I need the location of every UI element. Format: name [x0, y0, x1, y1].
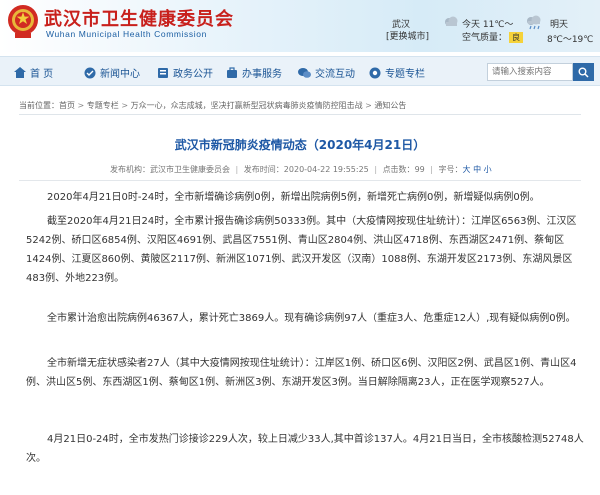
- nav-item-label: 首 页: [30, 69, 54, 80]
- views-label: 点击数：: [382, 165, 415, 174]
- font-size-medium-link[interactable]: 中: [473, 165, 481, 174]
- source-label: 发布机构：: [110, 165, 150, 174]
- article-paragraph: 4月21日0-24时，全市发热门诊接诊229人次，较上日减少33人,其中首诊13…: [26, 434, 584, 464]
- site-header: 武汉市卫生健康委员会 Wuhan Municipal Health Commis…: [0, 0, 600, 52]
- air-quality-label: 空气质量：: [462, 33, 508, 43]
- service-icon: [227, 66, 237, 78]
- article-paragraph: 全市累计治愈出院病例46367人，累计死亡3869人。现有确诊病例97人（重症3…: [47, 313, 576, 324]
- source-value: 武汉市卫生健康委员会: [150, 165, 230, 174]
- main-nav: 首 页 新闻中心 政务公开 办事服务 交流互动 专题专栏: [0, 56, 600, 86]
- topic-icon: [369, 67, 381, 78]
- divider: [19, 180, 581, 181]
- search-button[interactable]: [573, 63, 594, 81]
- font-size-large-link[interactable]: 大: [463, 165, 471, 174]
- publish-label: 发布时间：: [243, 165, 284, 174]
- breadcrumb-item[interactable]: 通知公告: [374, 101, 406, 110]
- air-quality-badge: 良: [509, 32, 524, 43]
- nav-item-label: 新闻中心: [100, 69, 140, 80]
- today-weather: 今天 11℃～: [462, 20, 514, 30]
- nav-item-home[interactable]: 首 页: [14, 65, 53, 80]
- nav-item-label: 办事服务: [242, 69, 282, 80]
- article-title: 武汉市新冠肺炎疫情动态（2020年4月21日）: [174, 138, 426, 152]
- site-subtitle: Wuhan Municipal Health Commission: [46, 29, 207, 39]
- interaction-icon: [298, 67, 311, 78]
- cloudy-weather-icon: [445, 16, 458, 26]
- views-count: 99: [414, 165, 425, 174]
- article-paragraph: 2020年4月21日0时-24时，全市新增确诊病例0例，新增出院病例5例，新增死…: [47, 192, 540, 203]
- article-paragraph: 截至2020年4月21日24时，全市累计报告确诊病例50333例。其中（大疫情网…: [26, 216, 577, 284]
- article-paragraph: 全市新增无症状感染者27人（其中大疫情网按现住址统计）：江岸区1例、硚口区6例、…: [26, 358, 577, 388]
- news-icon: [84, 67, 96, 78]
- breadcrumb-item[interactable]: 当前位置：首页: [19, 101, 75, 110]
- nav-item-label: 专题专栏: [385, 69, 425, 80]
- tomorrow-temperature: 8℃～19℃: [547, 35, 594, 45]
- nav-item-label: 政务公开: [173, 69, 213, 80]
- breadcrumb-item[interactable]: 万众一心，众志成城，坚决打赢新型冠状病毒肺炎疫情防控阻击战: [131, 101, 363, 110]
- breadcrumb-separator: >: [365, 101, 372, 110]
- home-icon: [14, 67, 26, 78]
- nav-item-government[interactable]: 政务公开: [157, 65, 213, 80]
- article-meta: 发布机构：武汉市卫生健康委员会 | 发布时间：2020-04-22 19:55:…: [110, 165, 492, 174]
- national-emblem-icon: [8, 5, 38, 38]
- font-size-small-link[interactable]: 小: [484, 165, 492, 174]
- nav-item-service[interactable]: 办事服务: [226, 65, 282, 80]
- breadcrumb-item[interactable]: 专题专栏: [87, 101, 119, 110]
- font-size-label: 字号：: [438, 165, 463, 174]
- nav-item-interaction[interactable]: 交流互动: [298, 65, 355, 80]
- breadcrumb-separator: >: [121, 101, 129, 110]
- publish-time: 2020-04-22 19:55:25: [283, 165, 369, 174]
- breadcrumb-separator: >: [77, 101, 85, 110]
- nav-item-label: 交流互动: [315, 69, 355, 80]
- change-city-link[interactable]: [更换城市]: [386, 29, 429, 42]
- divider: [19, 114, 581, 115]
- search-icon: [578, 67, 589, 78]
- site-title: 武汉市卫生健康委员会: [44, 9, 234, 30]
- nav-item-news[interactable]: 新闻中心: [84, 65, 140, 80]
- rain-weather-icon: [527, 15, 541, 30]
- breadcrumb: 当前位置：首页 > 专题专栏 > 万众一心，众志成城，坚决打赢新型冠状病毒肺炎疫…: [19, 100, 406, 111]
- tomorrow-label: 明天: [550, 20, 569, 30]
- air-quality: 空气质量：良: [462, 30, 524, 43]
- government-icon: [158, 67, 168, 78]
- search-input[interactable]: [487, 63, 573, 81]
- nav-item-topic[interactable]: 专题专栏: [369, 65, 425, 80]
